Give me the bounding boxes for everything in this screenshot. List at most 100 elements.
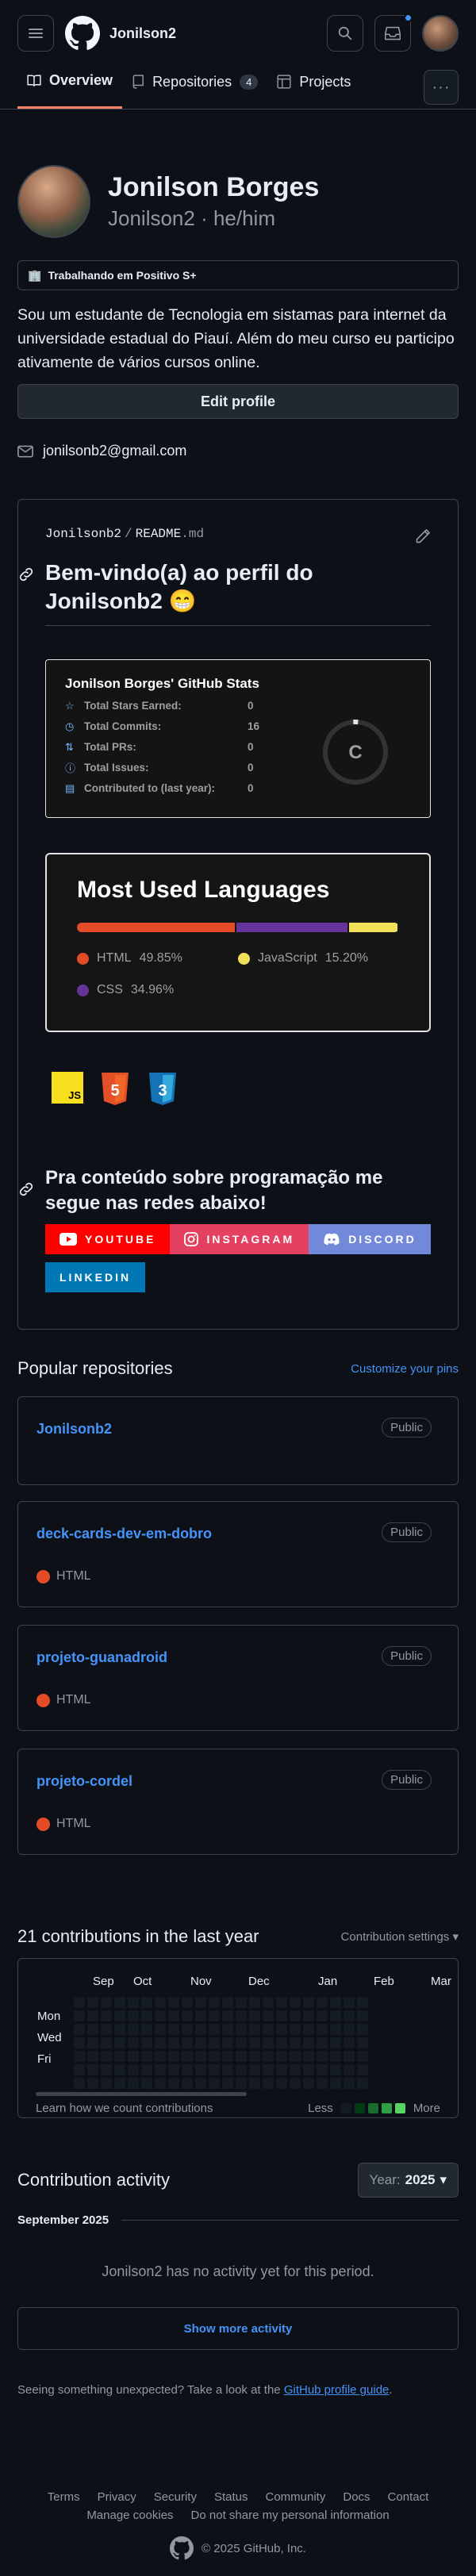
contribution-day[interactable] [222, 2051, 233, 2062]
email-link[interactable]: jonilsonb2@gmail.com [43, 443, 186, 459]
repo-link[interactable]: projeto-cordel [36, 1773, 432, 1790]
contribution-day[interactable] [276, 2078, 287, 2089]
contribution-day[interactable] [236, 2037, 247, 2048]
contribution-day[interactable] [236, 1997, 247, 2008]
footer-link-community[interactable]: Community [266, 2490, 326, 2504]
footer-link-contact[interactable]: Contact [388, 2490, 429, 2504]
github-mark-icon[interactable] [170, 2536, 194, 2560]
contribution-day[interactable] [114, 2051, 125, 2062]
contribution-day[interactable] [114, 2024, 125, 2035]
contribution-day[interactable] [344, 2024, 355, 2035]
contribution-day[interactable] [195, 2010, 206, 2021]
contribution-day[interactable] [344, 2078, 355, 2089]
contribution-day[interactable] [195, 2078, 206, 2089]
contribution-day[interactable] [357, 2010, 368, 2021]
contribution-day[interactable] [303, 2037, 314, 2048]
contribution-day[interactable] [290, 2051, 301, 2062]
contribution-day[interactable] [182, 2024, 193, 2035]
learn-contributions-link[interactable]: Learn how we count contributions [36, 2102, 213, 2115]
contribution-day[interactable] [74, 2024, 85, 2035]
contribution-day[interactable] [168, 2037, 179, 2048]
header-username[interactable]: Jonilson2 [109, 25, 327, 42]
contribution-day[interactable] [209, 2024, 220, 2035]
contribution-day[interactable] [263, 2078, 274, 2089]
contribution-day[interactable] [357, 2051, 368, 2062]
contribution-day[interactable] [101, 2010, 112, 2021]
contribution-day[interactable] [87, 2010, 98, 2021]
contribution-day[interactable] [330, 2078, 341, 2089]
contribution-day[interactable] [276, 2010, 287, 2021]
contribution-day[interactable] [195, 1997, 206, 2008]
contribution-day[interactable] [209, 2064, 220, 2075]
contribution-day[interactable] [249, 2078, 260, 2089]
contribution-day[interactable] [182, 2010, 193, 2021]
github-logo-icon[interactable] [65, 16, 100, 51]
contribution-day[interactable] [114, 2010, 125, 2021]
contribution-day[interactable] [290, 2064, 301, 2075]
instagram-badge[interactable]: INSTAGRAM [170, 1224, 309, 1254]
contribution-day[interactable] [303, 2078, 314, 2089]
contribution-day[interactable] [276, 2064, 287, 2075]
contribution-day[interactable] [317, 2010, 328, 2021]
pencil-icon[interactable] [415, 528, 431, 544]
discord-badge[interactable]: DISCORD [309, 1224, 431, 1254]
footer-link-status[interactable]: Status [214, 2490, 248, 2504]
contribution-day[interactable] [114, 2037, 125, 2048]
contribution-day[interactable] [249, 2051, 260, 2062]
contribution-day[interactable] [74, 2051, 85, 2062]
contribution-day[interactable] [155, 2078, 166, 2089]
contribution-day[interactable] [155, 2037, 166, 2048]
contribution-day[interactable] [303, 2051, 314, 2062]
contribution-day[interactable] [344, 2010, 355, 2021]
contribution-day[interactable] [168, 2064, 179, 2075]
contribution-day[interactable] [87, 2064, 98, 2075]
contribution-day[interactable] [222, 2064, 233, 2075]
contribution-day[interactable] [155, 1997, 166, 2008]
contribution-day[interactable] [128, 1997, 139, 2008]
contribution-day[interactable] [87, 2051, 98, 2062]
readme-repo[interactable]: Jonilsonb2 [45, 527, 121, 541]
contribution-day[interactable] [182, 2051, 193, 2062]
menu-button[interactable] [17, 15, 54, 52]
search-button[interactable] [327, 15, 363, 52]
contribution-day[interactable] [141, 2037, 152, 2048]
contribution-day[interactable] [330, 2024, 341, 2035]
contribution-day[interactable] [317, 2024, 328, 2035]
contribution-day[interactable] [141, 2024, 152, 2035]
contribution-day[interactable] [344, 2064, 355, 2075]
linkedin-badge[interactable]: LINKEDIN [45, 1262, 146, 1292]
contribution-day[interactable] [182, 1997, 193, 2008]
profile-email[interactable]: jonilsonb2@gmail.com [17, 443, 459, 459]
contribution-day[interactable] [141, 2010, 152, 2021]
year-select[interactable]: Year: 2025 ▾ [357, 2163, 459, 2198]
tab-overview[interactable]: Overview [17, 66, 123, 109]
anchor-link-icon[interactable] [18, 1181, 34, 1197]
contribution-day[interactable] [249, 2024, 260, 2035]
contribution-day[interactable] [317, 2051, 328, 2062]
github-stats-card[interactable]: Jonilson Borges' GitHub Stats ☆ Total Sta… [45, 659, 431, 818]
contribution-day[interactable] [276, 1997, 287, 2008]
contribution-day[interactable] [330, 2064, 341, 2075]
youtube-badge[interactable]: YOUTUBE [45, 1224, 171, 1254]
contribution-day[interactable] [249, 2010, 260, 2021]
customize-pins-link[interactable]: Customize your pins [351, 1362, 459, 1376]
contribution-day[interactable] [357, 1997, 368, 2008]
contribution-day[interactable] [357, 2037, 368, 2048]
contribution-day[interactable] [209, 2010, 220, 2021]
most-used-languages-card[interactable]: Most Used Languages HTML 49.85% JavaScrip… [45, 853, 431, 1032]
contribution-day[interactable] [128, 2078, 139, 2089]
status-badge[interactable]: 🏢 Trabalhando em Positivo S+ [17, 260, 459, 290]
contribution-day[interactable] [344, 1997, 355, 2008]
contribution-day[interactable] [317, 2037, 328, 2048]
tab-repositories[interactable]: Repositories 4 [122, 66, 267, 109]
anchor-link-icon[interactable] [18, 566, 34, 582]
contribution-day[interactable] [168, 2024, 179, 2035]
contribution-day[interactable] [168, 2010, 179, 2021]
contribution-day[interactable] [74, 1997, 85, 2008]
contribution-day[interactable] [155, 2051, 166, 2062]
contribution-day[interactable] [263, 2051, 274, 2062]
contribution-day[interactable] [303, 1997, 314, 2008]
contribution-day[interactable] [357, 2024, 368, 2035]
contribution-day[interactable] [249, 1997, 260, 2008]
contribution-day[interactable] [87, 1997, 98, 2008]
